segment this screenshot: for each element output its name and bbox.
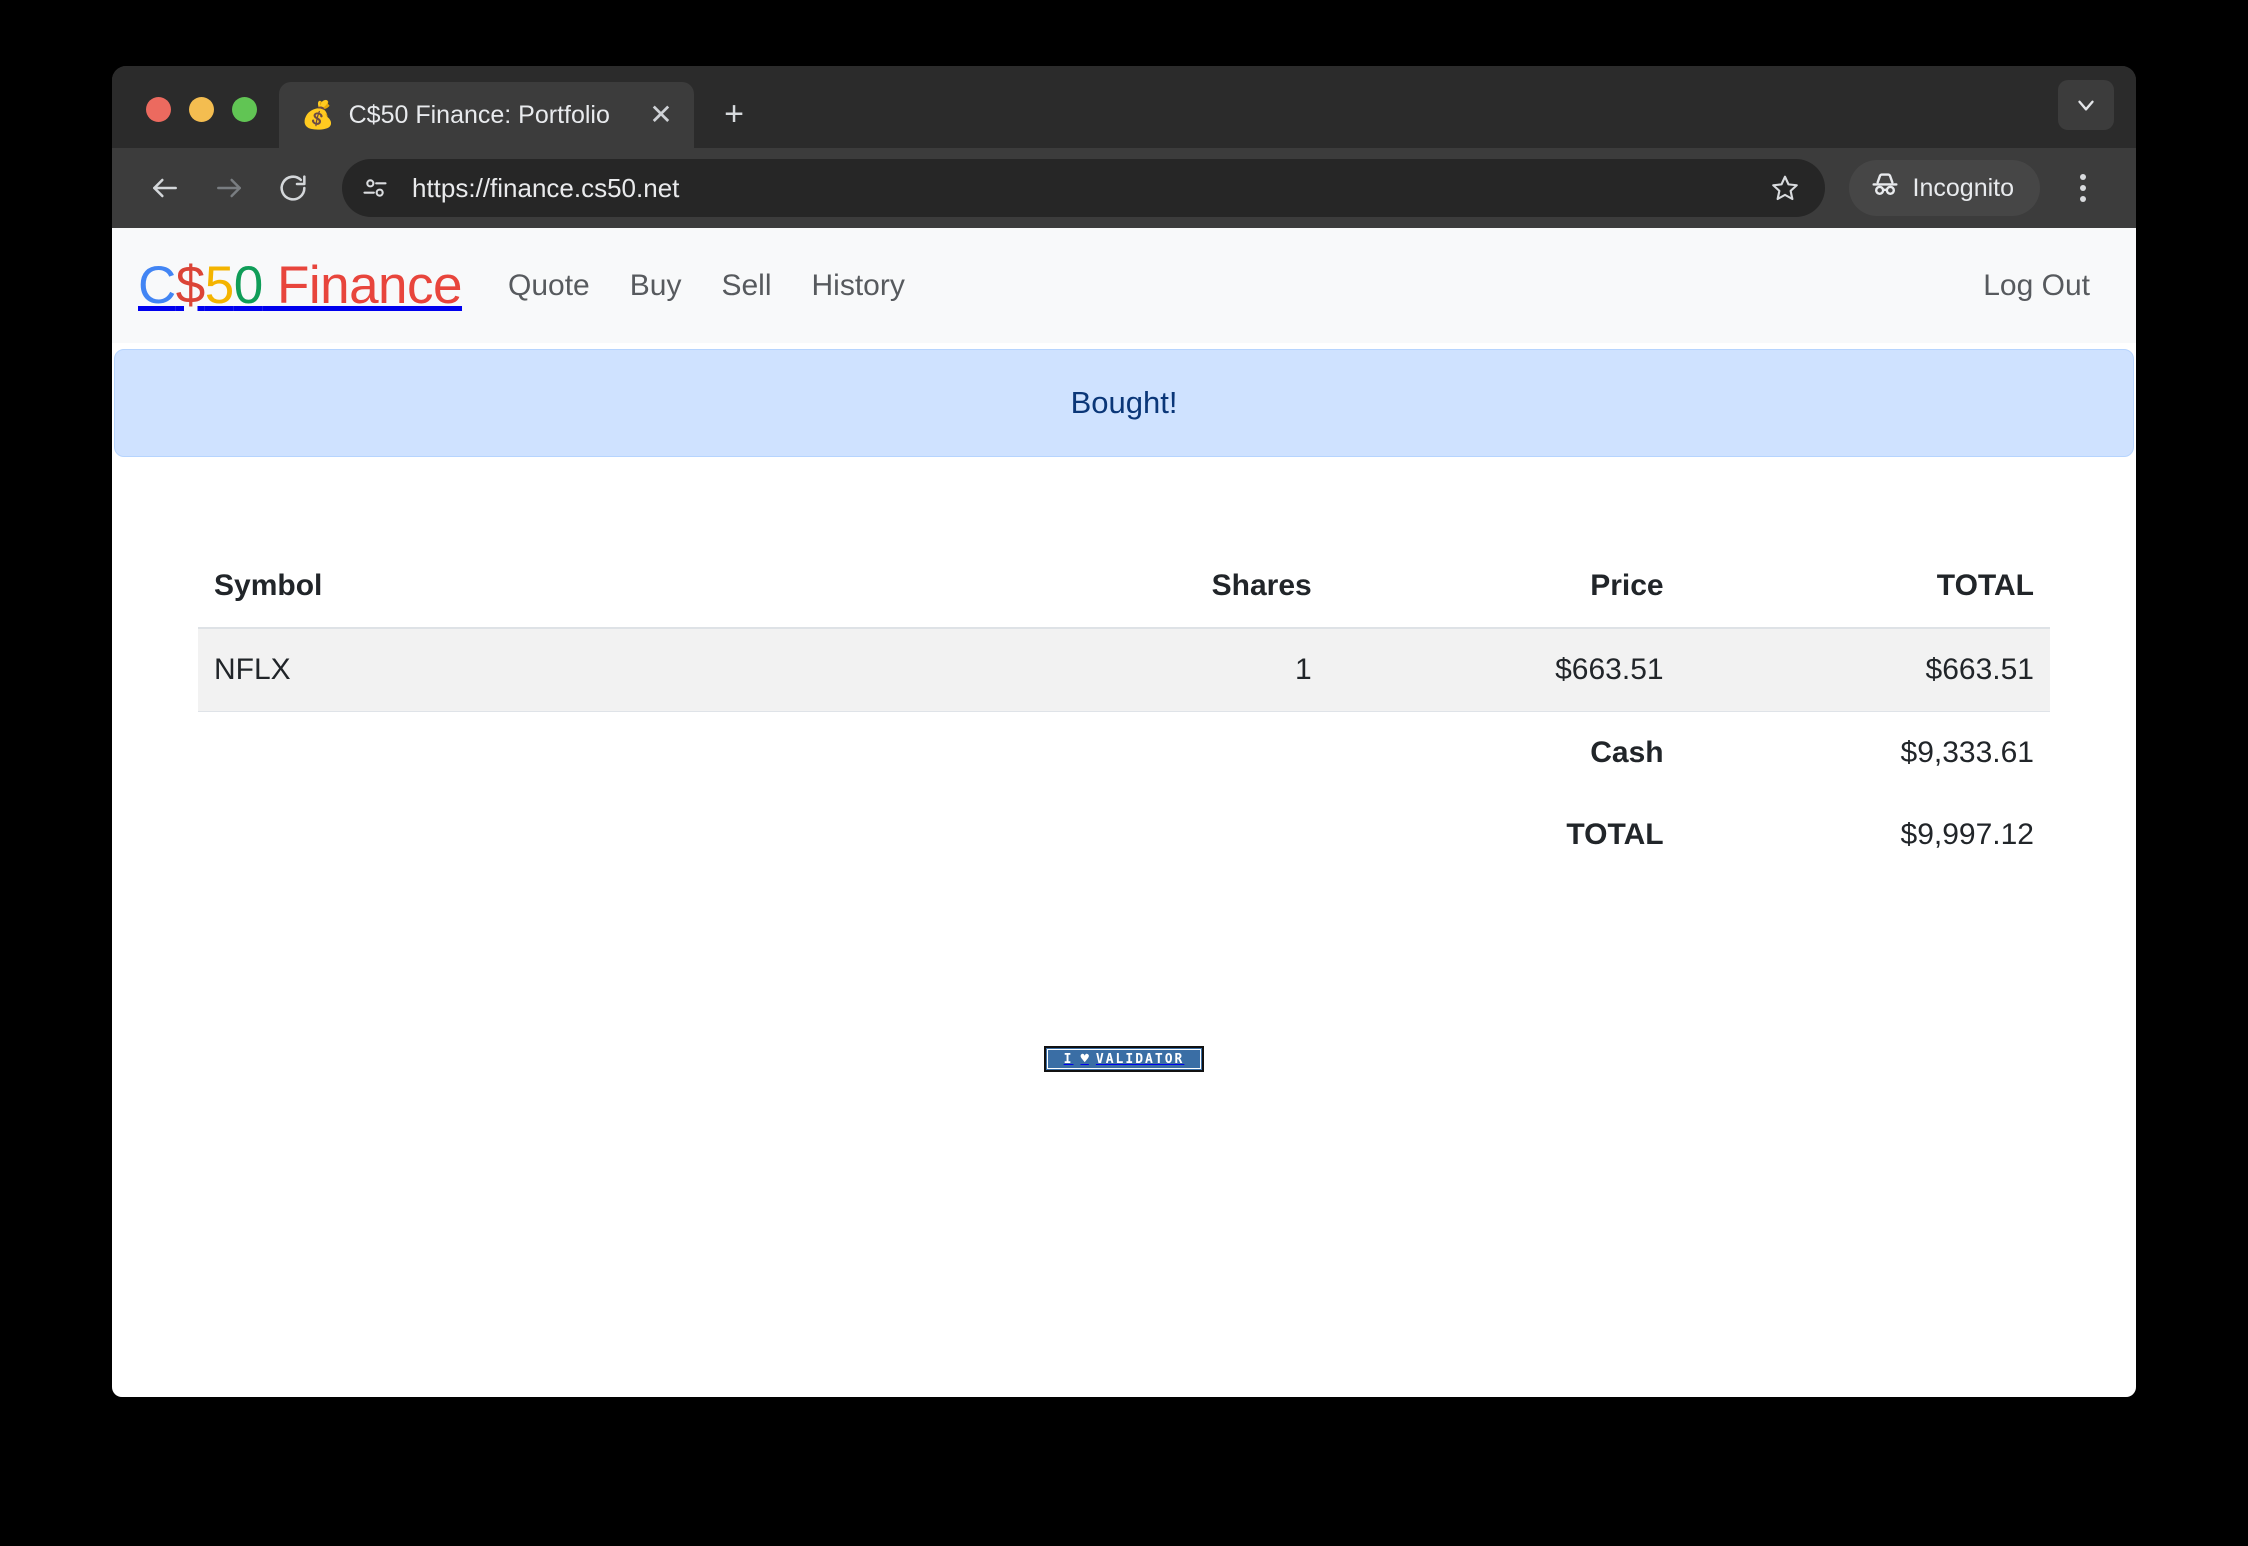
nav-link-buy[interactable]: Buy — [630, 269, 682, 303]
brand-five: 5 — [205, 256, 234, 315]
total-spacer-1 — [198, 794, 976, 876]
table-head: Symbol Shares Price TOTAL — [198, 545, 2050, 628]
validator-badge[interactable]: I ♥ VALIDATOR — [1044, 1046, 1204, 1072]
nav-right: Log Out — [1983, 269, 2108, 303]
flash-alert: Bought! — [114, 349, 2134, 457]
column-header-shares: Shares — [976, 545, 1328, 628]
flash-alert-message: Bought! — [1071, 385, 1178, 421]
new-tab-icon[interactable]: + — [708, 88, 760, 140]
cash-spacer-2 — [976, 712, 1328, 795]
cell-total: $663.51 — [1680, 628, 2050, 712]
incognito-label: Incognito — [1913, 174, 2014, 203]
table-row: NFLX 1 $663.51 $663.51 — [198, 628, 2050, 712]
log-out-link[interactable]: Log Out — [1983, 269, 2090, 302]
incognito-icon — [1869, 169, 1901, 208]
money-bag-icon: 💰 — [301, 102, 335, 129]
main-content: Symbol Shares Price TOTAL NFLX 1 $663.51… — [112, 545, 2136, 1072]
browser-toolbar: https://finance.cs50.net Incognito — [112, 148, 2136, 228]
window-minimize-button[interactable] — [189, 97, 214, 122]
cash-row: Cash $9,333.61 — [198, 712, 2050, 795]
total-label: TOTAL — [1328, 794, 1680, 876]
validator-label: VALIDATOR — [1096, 1053, 1184, 1066]
nav-links: Quote Buy Sell History — [508, 269, 905, 303]
column-header-price: Price — [1328, 545, 1680, 628]
menu-dot — [2080, 196, 2086, 202]
site-navbar: C$50 Finance Quote Buy Sell History Log … — [112, 228, 2136, 343]
browser-tab[interactable]: 💰 C$50 Finance: Portfolio ✕ — [279, 82, 694, 148]
browser-window: 💰 C$50 Finance: Portfolio ✕ + https://fi… — [112, 66, 2136, 1397]
cell-shares: 1 — [976, 628, 1328, 712]
cash-label: Cash — [1328, 712, 1680, 795]
cash-spacer-1 — [198, 712, 976, 795]
heart-icon: ♥ — [1080, 1052, 1088, 1066]
cell-price: $663.51 — [1328, 628, 1680, 712]
menu-dot — [2080, 185, 2086, 191]
table-header-row: Symbol Shares Price TOTAL — [198, 545, 2050, 628]
site-settings-icon[interactable] — [352, 165, 398, 211]
back-icon[interactable] — [136, 159, 194, 217]
url-text: https://finance.cs50.net — [398, 173, 1759, 204]
tab-title: C$50 Finance: Portfolio — [349, 101, 644, 130]
brand-zero: 0 — [234, 256, 263, 315]
column-header-symbol: Symbol — [198, 545, 976, 628]
chevron-down-icon[interactable] — [2058, 80, 2114, 130]
menu-dot — [2080, 174, 2086, 180]
page-footer: I ♥ VALIDATOR — [198, 1046, 2050, 1072]
bookmark-star-icon[interactable] — [1759, 162, 1811, 214]
reload-icon[interactable] — [264, 159, 322, 217]
forward-icon — [200, 159, 258, 217]
portfolio-table: Symbol Shares Price TOTAL NFLX 1 $663.51… — [198, 545, 2050, 876]
table-body: NFLX 1 $663.51 $663.51 Cash $9,333.61 — [198, 628, 2050, 876]
tab-strip: 💰 C$50 Finance: Portfolio ✕ + — [112, 66, 2136, 148]
page-viewport: C$50 Finance Quote Buy Sell History Log … — [112, 228, 2136, 1397]
column-header-total: TOTAL — [1680, 545, 2050, 628]
nav-link-sell[interactable]: Sell — [721, 269, 771, 303]
cash-value: $9,333.61 — [1680, 712, 2050, 795]
total-value: $9,997.12 — [1680, 794, 2050, 876]
brand-finance: Finance — [263, 256, 462, 315]
nav-link-history[interactable]: History — [811, 269, 904, 303]
cell-symbol: NFLX — [198, 628, 976, 712]
window-maximize-button[interactable] — [232, 97, 257, 122]
window-traffic-lights — [112, 97, 279, 148]
total-spacer-2 — [976, 794, 1328, 876]
nav-link-quote[interactable]: Quote — [508, 269, 590, 303]
brand-logo[interactable]: C$50 Finance — [138, 255, 462, 316]
validator-prefix: I — [1064, 1053, 1074, 1066]
brand-letter-c: C — [138, 256, 176, 315]
window-close-button[interactable] — [146, 97, 171, 122]
close-icon[interactable]: ✕ — [644, 98, 678, 132]
brand-dollar: $ — [176, 256, 205, 315]
incognito-badge[interactable]: Incognito — [1849, 160, 2040, 216]
total-row: TOTAL $9,997.12 — [198, 794, 2050, 876]
address-bar[interactable]: https://finance.cs50.net — [342, 159, 1825, 217]
browser-menu-icon[interactable] — [2056, 159, 2110, 217]
